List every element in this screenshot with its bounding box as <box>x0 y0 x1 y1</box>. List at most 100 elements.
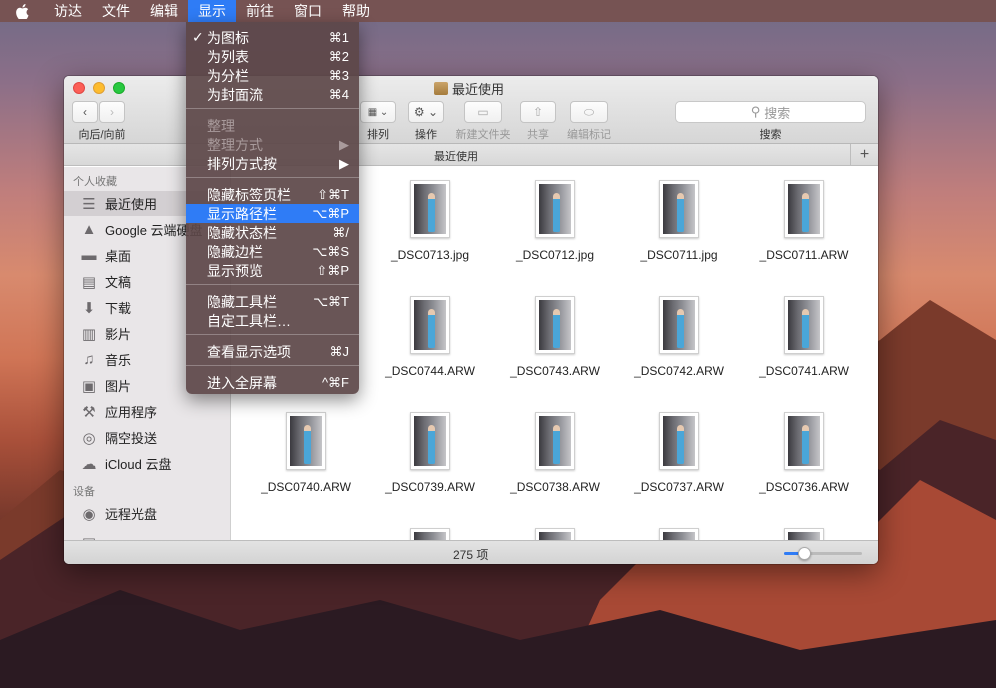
file-item[interactable]: _DSC0744.ARW <box>368 296 492 378</box>
file-item[interactable]: _DSC0711.ARW <box>742 180 866 262</box>
menu-finder[interactable]: 访达 <box>44 0 92 22</box>
file-item[interactable] <box>617 528 741 540</box>
file-item[interactable]: _DSC0741.ARW <box>742 296 866 378</box>
file-name: _DSC0741.ARW <box>759 364 849 378</box>
close-button[interactable] <box>73 82 85 94</box>
share-button[interactable]: ⇧ <box>520 101 556 123</box>
sidebar-item-airdrop[interactable]: ◎ 隔空投送 <box>64 425 230 450</box>
menu-item-label: 整理方式 <box>207 136 263 153</box>
file-item[interactable]: _DSC0712.jpg <box>493 180 617 262</box>
menu-item-hide-toolbar[interactable]: 隐藏工具栏 ⌥⌘T <box>186 292 359 311</box>
menu-file[interactable]: 文件 <box>92 0 140 22</box>
file-name: _DSC0736.ARW <box>759 480 849 494</box>
file-name: _DSC0711.ARW <box>759 248 849 262</box>
slider-knob[interactable] <box>797 547 811 560</box>
photo-thumbnail <box>286 412 326 470</box>
plus-icon: + <box>859 146 870 163</box>
menu-item-hide-sidebar[interactable]: 隐藏边栏 ⌥⌘S <box>186 242 359 261</box>
zoom-button[interactable] <box>113 82 125 94</box>
menu-item-show-preview[interactable]: 显示预览 ⇧⌘P <box>186 261 359 280</box>
file-item[interactable]: _DSC0740.ARW <box>244 412 368 494</box>
menu-view[interactable]: 显示 <box>188 0 236 22</box>
sidebar-item-icloud[interactable]: ☁ iCloud 云盘 <box>64 451 230 476</box>
sidebar-item-applications[interactable]: ⚒ 应用程序 <box>64 399 230 424</box>
file-item[interactable]: _DSC0738.ARW <box>493 412 617 494</box>
menu-item-label: 为封面流 <box>207 86 263 103</box>
photo-thumbnail <box>659 296 699 354</box>
file-item[interactable] <box>493 528 617 540</box>
file-item[interactable]: _DSC0739.ARW <box>368 412 492 494</box>
menu-help[interactable]: 帮助 <box>332 0 380 22</box>
share-label: 共享 <box>527 129 549 141</box>
menu-item-customize-toolbar[interactable]: 自定工具栏… <box>186 311 359 330</box>
back-button[interactable]: ‹ <box>72 101 98 123</box>
remote-disc-icon: ◉ <box>82 505 96 523</box>
menu-item-view-as-cover-flow[interactable]: 为封面流 ⌘4 <box>186 85 359 104</box>
movies-icon: ▥ <box>81 325 97 343</box>
airdrop-icon: ◎ <box>82 429 96 447</box>
gear-icon: ⚙ ⌄ <box>413 105 439 119</box>
menu-edit[interactable]: 编辑 <box>140 0 188 22</box>
action-button[interactable]: ⚙ ⌄ <box>408 101 444 123</box>
file-item[interactable]: _DSC0713.jpg <box>368 180 492 262</box>
edit-tags-button[interactable]: ⬭ <box>570 101 608 123</box>
minimize-button[interactable] <box>93 82 105 94</box>
photo-thumbnail <box>784 412 824 470</box>
menu-item-hide-tab-bar[interactable]: 隐藏标签页栏 ⇧⌘T <box>186 185 359 204</box>
file-item[interactable]: _DSC0736.ARW <box>742 412 866 494</box>
menu-item-shortcut: ▶ <box>339 155 349 171</box>
documents-icon: ▤ <box>81 273 97 291</box>
apple-icon <box>15 3 28 19</box>
file-item[interactable]: _DSC0737.ARW <box>617 412 741 494</box>
icon-size-slider[interactable] <box>784 547 862 560</box>
file-name: _DSC0713.jpg <box>390 248 470 262</box>
menu-item-view-as-list[interactable]: 为列表 ⌘2 <box>186 47 359 66</box>
menu-item-shortcut: ^⌘F <box>321 374 349 390</box>
photo-thumbnail <box>535 180 575 238</box>
menu-window[interactable]: 窗口 <box>284 0 332 22</box>
menu-item-show-path-bar[interactable]: 显示路径栏 ⌥⌘P <box>186 204 359 223</box>
new-tab-button[interactable]: + <box>850 144 878 166</box>
menu-item-hide-status-bar[interactable]: 隐藏状态栏 ⌘/ <box>186 223 359 242</box>
menu-item-shortcut: ⌘2 <box>328 48 349 64</box>
photo-thumbnail <box>659 528 699 540</box>
menu-item-shortcut: ▶ <box>339 136 349 152</box>
menu-item-label: 隐藏状态栏 <box>207 224 277 241</box>
file-name: _DSC0712.jpg <box>515 248 595 262</box>
file-name: _DSC0742.ARW <box>634 364 724 378</box>
sidebar-item-more[interactable]: ▭ <box>64 527 230 541</box>
new-folder-button[interactable]: ▭ <box>464 101 502 123</box>
menu-item-enter-full-screen[interactable]: 进入全屏幕 ^⌘F <box>186 373 359 392</box>
sidebar-header-favorites: 个人收藏 <box>73 176 117 188</box>
menu-item-shortcut: ⌥⌘T <box>313 293 349 309</box>
apple-menu[interactable] <box>0 0 44 22</box>
menu-item-show-view-options[interactable]: 查看显示选项 ⌘J <box>186 342 359 361</box>
menu-item-label: 自定工具栏… <box>207 312 291 329</box>
tag-icon: ⬭ <box>583 104 595 119</box>
menu-item-shortcut: ⌘J <box>329 343 350 359</box>
menu-separator <box>186 284 359 285</box>
photo-thumbnail <box>410 296 450 354</box>
sidebar-item-label: 下载 <box>105 301 132 316</box>
menu-go[interactable]: 前往 <box>236 0 284 22</box>
sidebar-header-devices: 设备 <box>73 486 95 498</box>
menu-item-label: 进入全屏幕 <box>207 374 277 391</box>
file-item[interactable]: _DSC0743.ARW <box>493 296 617 378</box>
file-item[interactable]: _DSC0742.ARW <box>617 296 741 378</box>
icon-grid-icon: ▦ ⌄ <box>367 106 389 118</box>
search-input[interactable]: ⚲ 搜索 <box>675 101 866 123</box>
sidebar-item-remote-disc[interactable]: ◉ 远程光盘 <box>64 501 230 526</box>
applications-icon: ⚒ <box>82 403 96 421</box>
share-icon: ⇧ <box>532 105 544 119</box>
forward-button[interactable]: › <box>99 101 125 123</box>
file-item[interactable] <box>742 528 866 540</box>
photo-thumbnail <box>410 412 450 470</box>
file-item[interactable]: _DSC0711.jpg <box>617 180 741 262</box>
chevron-right-icon: › <box>110 105 114 119</box>
menu-item-view-as-columns[interactable]: 为分栏 ⌘3 <box>186 66 359 85</box>
view-mode-button[interactable]: ▦ ⌄ <box>360 101 396 123</box>
back-forward-label: 向后/向前 <box>78 129 126 141</box>
menu-item-view-as-icons[interactable]: ✓ 为图标 ⌘1 <box>186 28 359 47</box>
menu-item-arrange-by[interactable]: 排列方式按 ▶ <box>186 154 359 173</box>
file-item[interactable] <box>368 528 492 540</box>
